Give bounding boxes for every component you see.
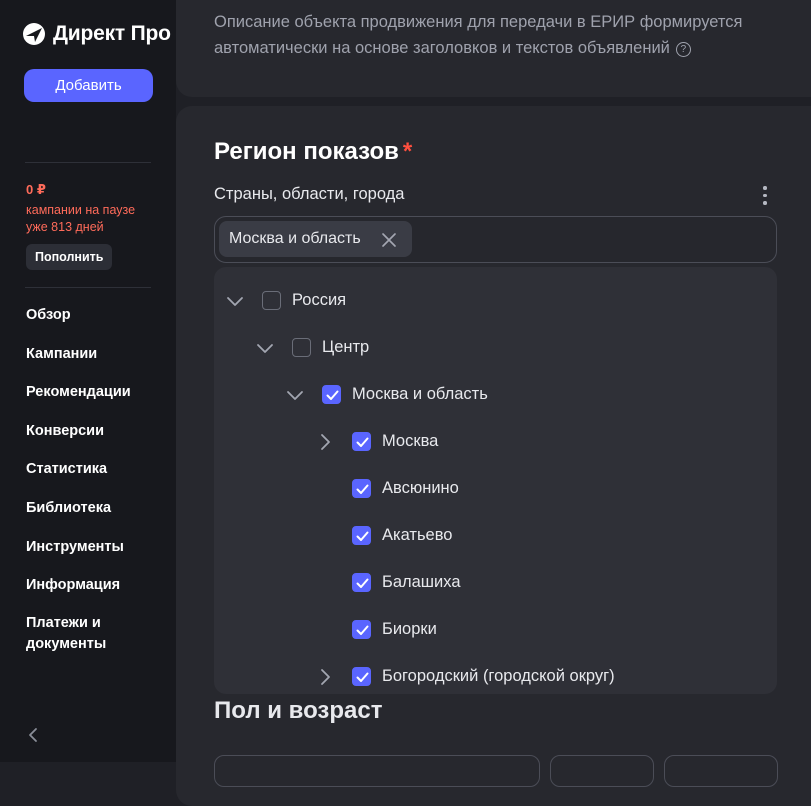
tree-row-label: Богородский (городской округ) <box>382 667 615 685</box>
nav-item-info[interactable]: Информация <box>26 574 131 613</box>
tree-row-moscow[interactable]: Москва <box>214 430 774 454</box>
tree-row-label: Биорки <box>382 620 437 638</box>
check-icon <box>356 625 369 635</box>
direct-logo-icon <box>23 23 45 45</box>
chevron-right-icon[interactable] <box>316 433 334 451</box>
topup-button[interactable]: Пополнить <box>26 244 113 270</box>
required-mark: * <box>402 138 413 165</box>
description-text: Описание объекта продвижения для передач… <box>214 13 743 57</box>
brand-name: Директ Про <box>53 22 171 45</box>
nav-item-campaigns[interactable]: Кампании <box>26 343 131 382</box>
age-to-select[interactable] <box>664 755 778 787</box>
nav-item-payments[interactable]: Платежи и документы <box>26 613 126 652</box>
check-icon <box>356 531 369 541</box>
check-icon <box>356 484 369 494</box>
tree-row-avsyunino[interactable]: Авсюнино <box>214 477 774 501</box>
sidebar: Директ Про Добавить 0 ₽ кампании на пауз… <box>0 0 176 762</box>
chevron-right-icon[interactable] <box>316 668 334 686</box>
checkbox[interactable] <box>262 291 281 310</box>
check-icon <box>356 672 369 682</box>
nav-item-recommendations[interactable]: Рекомендации <box>26 381 131 420</box>
checkbox[interactable] <box>322 385 341 404</box>
tree-row-akatyevo[interactable]: Акатьево <box>214 524 774 548</box>
close-icon[interactable] <box>381 232 397 248</box>
add-button[interactable]: Добавить <box>24 69 153 102</box>
collapse-sidebar-icon[interactable] <box>26 727 42 743</box>
tree-row-center[interactable]: Центр <box>214 336 774 360</box>
tree-row-label: Балашиха <box>382 573 461 591</box>
sidebar-nav: Обзор Кампании Рекомендации Конверсии Ст… <box>26 304 131 652</box>
region-title: Регион показов * <box>214 138 413 165</box>
checkbox[interactable] <box>352 432 371 451</box>
checkbox[interactable] <box>352 667 371 686</box>
checkbox[interactable] <box>292 338 311 357</box>
tree-row-russia[interactable]: Россия <box>214 289 774 313</box>
nav-item-statistics[interactable]: Статистика <box>26 458 131 497</box>
checkbox[interactable] <box>352 479 371 498</box>
chevron-down-icon[interactable] <box>286 386 304 404</box>
tree-row-label: Москва <box>382 432 439 450</box>
checkbox[interactable] <box>352 620 371 639</box>
tree-row-moscow-region[interactable]: Москва и область <box>214 383 774 407</box>
check-icon <box>356 437 369 447</box>
region-subtitle: Страны, области, города <box>214 185 405 203</box>
nav-item-library[interactable]: Библиотека <box>26 497 131 536</box>
paused-notice: кампании на паузе уже 813 дней <box>26 203 136 234</box>
tree-row-label: Центр <box>322 338 370 356</box>
check-icon <box>356 578 369 588</box>
chevron-down-icon[interactable] <box>256 339 274 357</box>
region-input[interactable]: Москва и область <box>214 216 777 263</box>
tree-row-label: Москва и область <box>352 385 488 403</box>
nav-item-tools[interactable]: Инструменты <box>26 536 131 575</box>
age-from-select[interactable] <box>550 755 654 787</box>
checkbox[interactable] <box>352 526 371 545</box>
logo[interactable]: Директ Про <box>22 22 171 46</box>
gender-select[interactable] <box>214 755 540 787</box>
more-options-icon[interactable] <box>762 186 768 208</box>
region-tree-dropdown: Россия Центр Москва и область Москва Авсюнин… <box>214 267 777 694</box>
tree-row-biorki[interactable]: Биорки <box>214 618 774 642</box>
tree-row-label: Акатьево <box>382 526 453 544</box>
help-icon[interactable]: ? <box>675 42 691 57</box>
chevron-down-icon[interactable] <box>226 292 244 310</box>
divider <box>25 287 151 288</box>
check-icon <box>326 390 339 400</box>
checkbox[interactable] <box>352 573 371 592</box>
balance-value: 0 ₽ <box>26 182 46 197</box>
nav-item-conversions[interactable]: Конверсии <box>26 420 131 459</box>
tree-row-label: Россия <box>292 291 347 309</box>
tree-row-label: Авсюнино <box>382 479 459 497</box>
chip-label: Москва и область <box>229 230 361 247</box>
divider <box>25 162 151 163</box>
selected-region-chip: Москва и область <box>219 221 412 257</box>
nav-item-overview[interactable]: Обзор <box>26 304 131 343</box>
age-section-title: Пол и возраст <box>214 697 383 724</box>
tree-row-balashikha[interactable]: Балашиха <box>214 571 774 595</box>
tree-row-bogorodsky[interactable]: Богородский (городской округ) <box>214 665 774 689</box>
